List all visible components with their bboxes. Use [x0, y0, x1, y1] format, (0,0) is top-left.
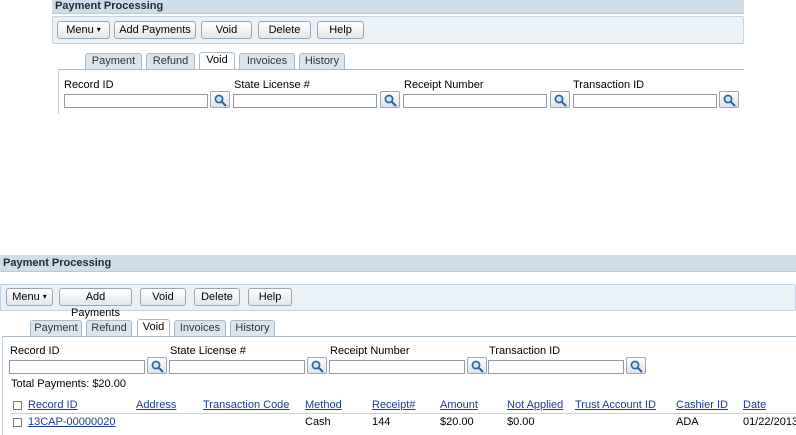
record-id-input-top[interactable] [64, 94, 208, 108]
transaction-id-label-top: Transaction ID [573, 79, 645, 91]
transaction-id-input[interactable] [488, 360, 624, 374]
search-icon [151, 360, 164, 373]
tab-refund[interactable]: Refund [86, 320, 132, 336]
search-icon [723, 94, 736, 107]
help-button-top[interactable]: Help [317, 21, 364, 39]
row-cashier-id: ADA [676, 416, 699, 428]
row-receipt: 144 [372, 416, 391, 428]
chevron-down-icon: ▾ [96, 25, 101, 34]
tab-refund-top[interactable]: Refund [146, 53, 195, 69]
row-not-applied: $0.00 [507, 416, 535, 428]
tab-payment-top[interactable]: Payment [85, 53, 142, 69]
tab-void[interactable]: Void [137, 319, 170, 336]
chevron-down-icon: ▾ [42, 292, 47, 301]
void-button-top[interactable]: Void [201, 21, 252, 39]
receipt-number-search-button-top[interactable] [550, 91, 570, 108]
header-divider [10, 413, 796, 414]
menu-label: Menu [12, 291, 40, 303]
record-id-search-button-top[interactable] [210, 91, 230, 108]
state-license-input[interactable] [169, 360, 305, 374]
state-license-label-top: State License # [234, 79, 310, 91]
transaction-id-label: Transaction ID [489, 345, 561, 357]
receipt-number-label: Receipt Number [330, 345, 410, 357]
row-amount: $20.00 [440, 416, 474, 428]
state-license-search-button-top[interactable] [380, 91, 400, 108]
tab-invoices-top[interactable]: Invoices [239, 53, 295, 69]
receipt-number-input-top[interactable] [403, 94, 547, 108]
tab-history-top[interactable]: History [299, 53, 345, 69]
tab-invoices[interactable]: Invoices [174, 320, 226, 336]
row-checkbox[interactable] [13, 418, 22, 427]
search-icon [471, 360, 484, 373]
transaction-id-search-button[interactable] [626, 357, 646, 374]
receipt-number-input[interactable] [329, 360, 465, 374]
record-id-label-top: Record ID [64, 79, 114, 91]
add-payments-button-top[interactable]: Add Payments [114, 21, 196, 39]
col-header-address[interactable]: Address [136, 399, 176, 411]
void-button[interactable]: Void [140, 288, 186, 306]
search-icon [214, 94, 227, 107]
menu-label: Menu [66, 24, 94, 36]
row-record-id-link[interactable]: 13CAP-00000020 [28, 416, 115, 428]
tab-void-top[interactable]: Void [199, 52, 235, 69]
col-header-amount[interactable]: Amount [440, 399, 478, 411]
tab-history[interactable]: History [230, 320, 275, 336]
record-id-label: Record ID [10, 345, 60, 357]
total-payments: Total Payments: $20.00 [11, 378, 126, 390]
col-header-trust-account-id[interactable]: Trust Account ID [575, 399, 656, 411]
col-header-cashier-id[interactable]: Cashier ID [676, 399, 728, 411]
receipt-number-label-top: Receipt Number [404, 79, 484, 91]
top-panel: Payment Processing Menu ▾ Add Payments Vo… [0, 0, 796, 120]
page-title-top: Payment Processing [52, 0, 744, 14]
record-id-input[interactable] [9, 360, 145, 374]
bottom-panel: Payment Processing Menu ▾ Add Payments Vo… [0, 255, 796, 435]
search-icon [384, 94, 397, 107]
tab-payment[interactable]: Payment [30, 320, 82, 336]
page-title: Payment Processing [0, 255, 796, 272]
col-header-method[interactable]: Method [305, 399, 342, 411]
record-id-search-button[interactable] [147, 357, 167, 374]
menu-button[interactable]: Menu ▾ [6, 288, 53, 306]
delete-button-top[interactable]: Delete [258, 21, 311, 39]
row-method: Cash [305, 416, 331, 428]
col-header-transaction-code[interactable]: Transaction Code [203, 399, 289, 411]
select-all-checkbox[interactable] [13, 401, 22, 410]
state-license-input-top[interactable] [233, 94, 377, 108]
state-license-search-button[interactable] [307, 357, 327, 374]
col-header-date[interactable]: Date [743, 399, 766, 411]
delete-button[interactable]: Delete [194, 288, 240, 306]
transaction-id-search-button-top[interactable] [719, 91, 739, 108]
search-icon [630, 360, 643, 373]
col-header-not-applied[interactable]: Not Applied [507, 399, 563, 411]
col-header-receipt[interactable]: Receipt# [372, 399, 415, 411]
search-icon [554, 94, 567, 107]
receipt-number-search-button[interactable] [467, 357, 487, 374]
help-button[interactable]: Help [248, 288, 292, 306]
col-header-record-id[interactable]: Record ID [28, 399, 78, 411]
row-date: 01/22/2013 [743, 416, 796, 428]
search-icon [311, 360, 324, 373]
menu-button-top[interactable]: Menu ▾ [57, 21, 110, 39]
add-payments-button[interactable]: Add Payments [59, 288, 132, 319]
transaction-id-input-top[interactable] [573, 94, 717, 108]
state-license-label: State License # [170, 345, 246, 357]
